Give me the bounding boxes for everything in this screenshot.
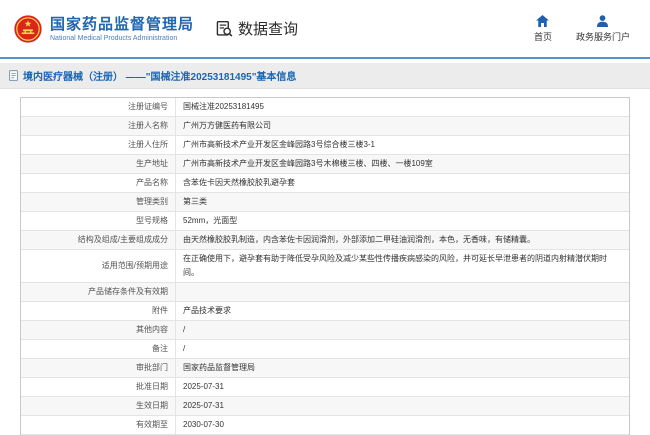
field-label: 注册人住所 <box>21 136 176 154</box>
field-label: 审批部门 <box>21 359 176 377</box>
table-row: 审批部门国家药品监督管理局 <box>21 359 629 378</box>
nav-home[interactable]: 首页 <box>534 15 552 43</box>
home-icon <box>536 15 549 27</box>
brand-title: 国家药品监督管理局 <box>50 16 194 33</box>
field-label: 注册证编号 <box>21 98 176 116</box>
table-row: 注册证编号国械注准20253181495 <box>21 98 629 117</box>
document-icon <box>9 70 18 81</box>
header-divider-line <box>0 57 650 59</box>
field-label: 有效期至 <box>21 416 176 434</box>
field-label: 管理类别 <box>21 193 176 211</box>
field-label: 生产地址 <box>21 155 176 173</box>
data-query-icon <box>216 20 233 37</box>
table-row: 批准日期2025-07-31 <box>21 378 629 397</box>
user-icon <box>596 15 609 27</box>
table-row: 注册人名称广州万方健医药有限公司 <box>21 117 629 136</box>
brand-subtitle: National Medical Products Administration <box>50 35 194 42</box>
field-label: 结构及组成/主要组成成分 <box>21 231 176 249</box>
field-value: 国家药品监督管理局 <box>176 359 629 377</box>
field-label: 适用范围/预期用途 <box>21 250 176 282</box>
table-row: 生效日期2025-07-31 <box>21 397 629 416</box>
field-value: 产品技术要求 <box>176 302 629 320</box>
field-value <box>176 283 629 301</box>
page-title-bar: 境内医疗器械（注册） ——"国械注准20253181495"基本信息 <box>0 63 650 89</box>
table-row: 产品名称含苯佐卡因天然橡胶胶乳避孕套 <box>21 174 629 193</box>
nav-gov-service-portal[interactable]: 政务服务门户 <box>576 15 630 43</box>
field-value: 2025-07-31 <box>176 378 629 396</box>
nav-gov-service-portal-label: 政务服务门户 <box>576 30 630 43</box>
brand-block: 国家药品监督管理局 National Medical Products Admi… <box>50 16 194 42</box>
field-value: 2030-07-30 <box>176 416 629 434</box>
field-label: 生效日期 <box>21 397 176 415</box>
field-value: 含苯佐卡因天然橡胶胶乳避孕套 <box>176 174 629 192</box>
table-row: 生产地址广州市高新技术产业开发区金峰园路3号木棉楼三楼、四楼、一楼109室 <box>21 155 629 174</box>
national-emblem-logo <box>14 15 42 43</box>
field-value: / <box>176 321 629 339</box>
field-label: 注册人名称 <box>21 117 176 135</box>
table-row: 有效期至2030-07-30 <box>21 416 629 435</box>
field-label: 型号规格 <box>21 212 176 230</box>
field-value: 第三类 <box>176 193 629 211</box>
field-label: 批准日期 <box>21 378 176 396</box>
site-header: 国家药品监督管理局 National Medical Products Admi… <box>0 0 650 57</box>
field-value: 广州市高新技术产业开发区金峰园路3号木棉楼三楼、四楼、一楼109室 <box>176 155 629 173</box>
nav-data-query[interactable]: 数据查询 <box>216 18 298 39</box>
page-title: 境内医疗器械（注册） ——"国械注准20253181495"基本信息 <box>23 68 296 83</box>
table-row: 产品储存条件及有效期 <box>21 283 629 302</box>
field-value: 广州万方健医药有限公司 <box>176 117 629 135</box>
table-row: 型号规格52mm，光面型 <box>21 212 629 231</box>
field-value: 广州市高新技术产业开发区金峰园路3号综合楼三楼3-1 <box>176 136 629 154</box>
field-label: 产品名称 <box>21 174 176 192</box>
field-value: 国械注准20253181495 <box>176 98 629 116</box>
registration-table: 注册证编号国械注准20253181495注册人名称广州万方健医药有限公司注册人住… <box>20 97 630 435</box>
page: 国家药品监督管理局 National Medical Products Admi… <box>0 0 650 435</box>
data-query-label: 数据查询 <box>238 18 298 39</box>
table-row: 其他内容/ <box>21 321 629 340</box>
table-row: 附件产品技术要求 <box>21 302 629 321</box>
field-label: 附件 <box>21 302 176 320</box>
field-label: 产品储存条件及有效期 <box>21 283 176 301</box>
table-row: 管理类别第三类 <box>21 193 629 212</box>
table-row: 备注/ <box>21 340 629 359</box>
header-nav: 首页 政务服务门户 <box>534 15 630 43</box>
table-row: 结构及组成/主要组成成分由天然橡胶胶乳制造，内含苯佐卡因润滑剂，外部添加二甲硅油… <box>21 231 629 250</box>
table-row: 适用范围/预期用途在正确使用下，避孕套有助于降低受孕风险及减少某些性传播疾病感染… <box>21 250 629 283</box>
field-value: 2025-07-31 <box>176 397 629 415</box>
field-value: 由天然橡胶胶乳制造，内含苯佐卡因润滑剂，外部添加二甲硅油润滑剂，本色，无香味，有… <box>176 231 629 249</box>
field-label: 其他内容 <box>21 321 176 339</box>
nav-home-label: 首页 <box>534 30 552 43</box>
field-value: 在正确使用下，避孕套有助于降低受孕风险及减少某些性传播疾病感染的风险，并可延长早… <box>176 250 629 282</box>
field-value: 52mm，光面型 <box>176 212 629 230</box>
field-value: / <box>176 340 629 358</box>
field-label: 备注 <box>21 340 176 358</box>
table-row: 注册人住所广州市高新技术产业开发区金峰园路3号综合楼三楼3-1 <box>21 136 629 155</box>
